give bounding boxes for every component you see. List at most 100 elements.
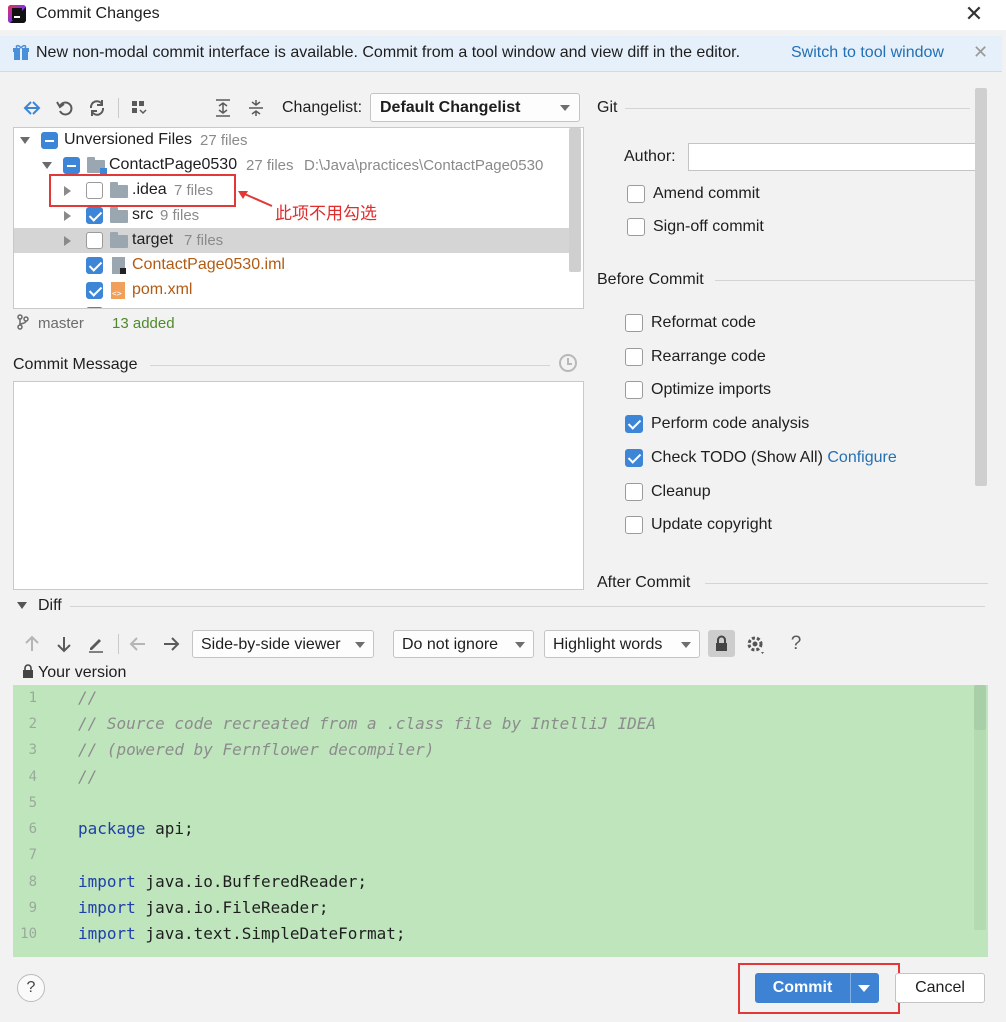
expand-arrow-icon[interactable] xyxy=(42,162,52,169)
tree-row-name: target xyxy=(132,231,173,248)
code-scrollbar-track[interactable] xyxy=(974,730,986,930)
banner-close-icon[interactable]: ✕ xyxy=(973,42,988,63)
lock-scrolling-button[interactable] xyxy=(708,630,735,657)
options-scrollbar[interactable] xyxy=(975,88,987,486)
rearrange-code-checkbox[interactable] xyxy=(625,348,643,366)
cancel-button[interactable]: Cancel xyxy=(895,973,985,1003)
annotation-arrow-icon xyxy=(238,191,273,207)
vcs-branch-icon xyxy=(17,314,29,330)
section-divider xyxy=(715,280,985,281)
rearrange-code-label: Rearrange code xyxy=(651,348,766,365)
optimize-imports-checkbox[interactable] xyxy=(625,381,643,399)
collapse-all-icon[interactable] xyxy=(246,98,266,118)
amend-commit-checkbox[interactable] xyxy=(627,185,645,203)
tree-row[interactable]: Unversioned Files 27 files xyxy=(14,128,570,153)
folder-icon xyxy=(110,232,128,248)
tree-row-name: ContactPage0530.iml xyxy=(132,256,285,273)
check-todo-checkbox[interactable] xyxy=(625,449,643,467)
code-text: java.io.FileReader; xyxy=(135,898,329,917)
section-divider xyxy=(625,108,970,109)
changelist-value: Default Changelist xyxy=(380,99,521,116)
tree-checkbox[interactable] xyxy=(86,257,103,274)
intellij-app-icon xyxy=(8,5,26,23)
cleanup-checkbox[interactable] xyxy=(625,483,643,501)
commit-message-input[interactable] xyxy=(13,381,584,590)
tree-scrollbar[interactable] xyxy=(569,128,581,272)
help-question-icon[interactable]: ? xyxy=(785,633,807,655)
iml-file-icon xyxy=(112,257,126,274)
git-section-title: Git xyxy=(597,99,618,116)
expand-all-icon[interactable] xyxy=(213,98,233,118)
code-line: // xyxy=(78,767,98,786)
after-commit-title: After Commit xyxy=(597,574,691,591)
refresh-icon[interactable] xyxy=(87,98,107,118)
line-number: 9 xyxy=(28,900,37,916)
viewer-mode-value: Side-by-side viewer xyxy=(201,636,341,653)
reformat-code-checkbox[interactable] xyxy=(625,314,643,332)
keyword: package xyxy=(78,819,146,838)
viewer-mode-dropdown[interactable]: Side-by-side viewer xyxy=(192,630,374,658)
amend-commit-label: Amend commit xyxy=(653,185,760,202)
chevron-down-icon xyxy=(681,642,691,648)
sign-off-commit-checkbox[interactable] xyxy=(627,218,645,236)
author-field[interactable] xyxy=(688,143,982,171)
module-folder-icon xyxy=(87,157,107,175)
tree-row[interactable]: target 7 files xyxy=(14,228,570,253)
window-title: Commit Changes xyxy=(36,5,160,22)
history-clock-icon[interactable] xyxy=(559,354,577,372)
section-divider xyxy=(150,365,550,366)
your-version-label: Your version xyxy=(38,664,127,681)
tree-checkbox[interactable] xyxy=(86,232,103,249)
line-number: 5 xyxy=(28,795,37,811)
lock-icon xyxy=(23,664,33,678)
tree-checkbox[interactable] xyxy=(86,207,103,224)
lock-icon xyxy=(716,635,727,651)
line-number: 7 xyxy=(28,847,37,863)
help-button[interactable]: ? xyxy=(17,974,45,1002)
xml-file-icon: <> xyxy=(111,282,125,299)
tree-row[interactable]: ContactPage0530.iml xyxy=(14,253,570,278)
switch-to-tool-window-link[interactable]: Switch to tool window xyxy=(791,44,944,62)
show-diff-icon[interactable] xyxy=(22,98,42,118)
rollback-icon[interactable] xyxy=(55,98,75,118)
line-number: 1 xyxy=(28,690,37,706)
update-copyright-label: Update copyright xyxy=(651,516,772,533)
tree-row-count: 9 files xyxy=(160,207,200,224)
expand-arrow-icon[interactable] xyxy=(20,137,30,144)
diff-collapse-icon[interactable] xyxy=(17,602,27,609)
expand-arrow-icon[interactable] xyxy=(64,211,71,221)
reformat-code-label: Reformat code xyxy=(651,314,756,331)
edit-source-icon[interactable] xyxy=(86,634,106,654)
code-text: java.io.BufferedReader; xyxy=(135,872,367,891)
perform-code-analysis-checkbox[interactable] xyxy=(625,415,643,433)
gift-icon xyxy=(13,44,29,60)
next-difference-icon[interactable] xyxy=(54,634,74,654)
tree-row[interactable] xyxy=(14,303,570,308)
ignore-whitespace-dropdown[interactable]: Do not ignore xyxy=(393,630,534,658)
tree-checkbox[interactable] xyxy=(86,307,103,308)
configure-todo-link[interactable]: Configure xyxy=(827,449,896,466)
settings-gear-icon[interactable] xyxy=(745,634,767,656)
code-scrollbar-thumb[interactable] xyxy=(974,685,986,730)
tree-checkbox[interactable] xyxy=(63,157,80,174)
back-arrow-icon[interactable] xyxy=(128,634,148,654)
forward-arrow-icon[interactable] xyxy=(161,634,181,654)
tree-checkbox[interactable] xyxy=(86,282,103,299)
update-copyright-checkbox[interactable] xyxy=(625,516,643,534)
changelist-label: Changelist: xyxy=(282,99,363,116)
notification-banner: New non-modal commit interface is availa… xyxy=(0,36,1002,72)
group-by-icon[interactable] xyxy=(130,98,150,118)
tree-row[interactable]: <> pom.xml xyxy=(14,278,570,303)
perform-code-analysis-label: Perform code analysis xyxy=(651,415,810,432)
tree-checkbox[interactable] xyxy=(41,132,58,149)
branch-name[interactable]: master xyxy=(38,315,84,332)
cleanup-label: Cleanup xyxy=(651,483,711,500)
diff-code-view[interactable]: 1 // 2 // Source code recreated from a .… xyxy=(13,685,988,957)
changelist-dropdown[interactable]: Default Changelist xyxy=(370,93,580,122)
close-window-icon[interactable]: ✕ xyxy=(962,2,986,26)
annotation-highlight-box xyxy=(738,963,900,1014)
commit-message-label: Commit Message xyxy=(13,356,138,373)
previous-difference-icon[interactable] xyxy=(22,634,42,654)
expand-arrow-icon[interactable] xyxy=(64,236,71,246)
highlight-mode-dropdown[interactable]: Highlight words xyxy=(544,630,700,658)
